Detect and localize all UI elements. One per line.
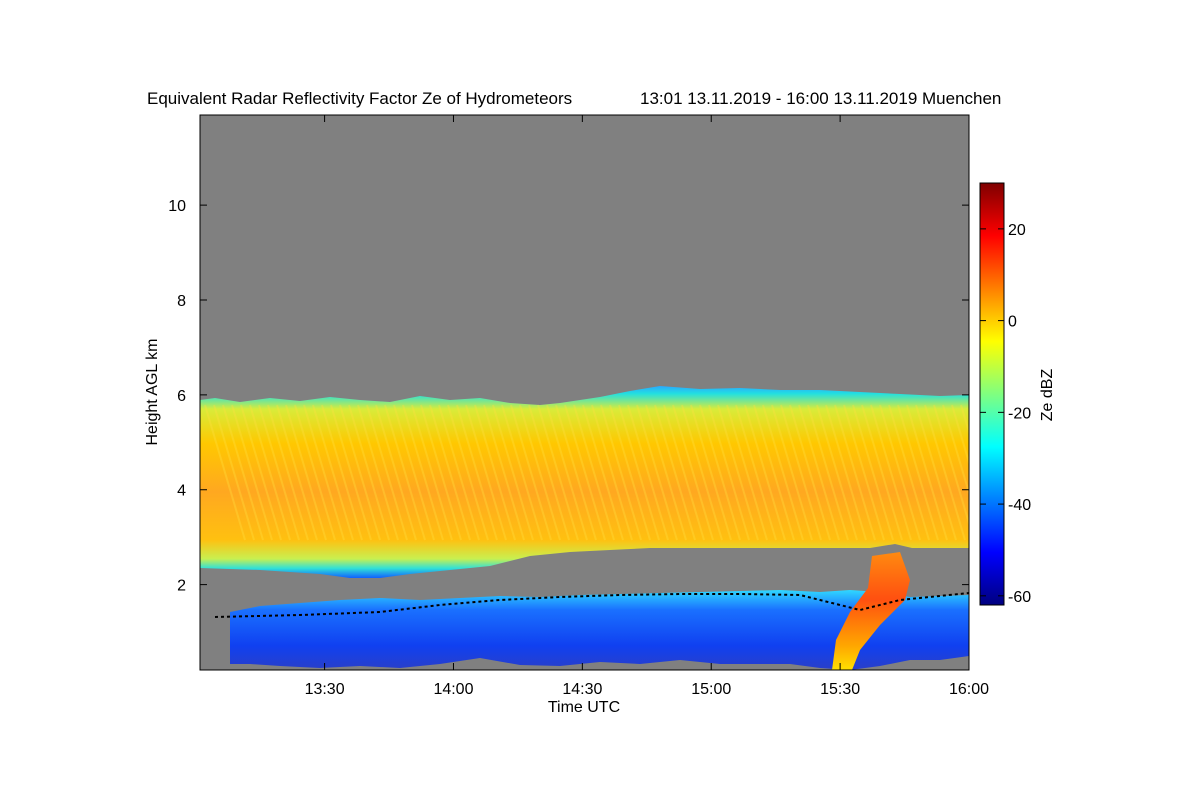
x-tick-label: 14:00 — [433, 681, 473, 698]
x-axis-label: Time UTC — [548, 699, 620, 716]
x-tick-label: 15:00 — [691, 681, 731, 698]
colorbar-tick-label: -20 — [1008, 405, 1031, 422]
colorbar-label: Ze dBZ — [1039, 369, 1056, 422]
colorbar — [979, 182, 1005, 606]
x-tick-label: 14:30 — [562, 681, 602, 698]
colorbar-tick-label: -60 — [1008, 589, 1031, 606]
radar-reflectivity-chart: Equivalent Radar Reflectivity Factor Ze … — [144, 89, 1056, 716]
y-tick-label: 2 — [177, 578, 186, 595]
y-axis-label: Height AGL km — [144, 338, 161, 445]
colorbar-tick-label: 0 — [1008, 314, 1017, 331]
colorbar-tick-label: 20 — [1008, 222, 1026, 239]
colorbar-tick-label: -40 — [1008, 497, 1031, 514]
chart-time-range: 13:01 13.11.2019 - 16:00 13.11.2019 Muen… — [640, 89, 1001, 108]
x-tick-label: 15:30 — [820, 681, 860, 698]
y-tick-label: 4 — [177, 483, 186, 500]
y-tick-label: 8 — [177, 293, 186, 310]
plot-area — [200, 115, 969, 670]
y-tick-label: 6 — [177, 388, 186, 405]
x-tick-label: 16:00 — [949, 681, 989, 698]
x-tick-label: 13:30 — [305, 681, 345, 698]
y-tick-label: 10 — [168, 198, 186, 215]
chart-title: Equivalent Radar Reflectivity Factor Ze … — [147, 89, 572, 108]
